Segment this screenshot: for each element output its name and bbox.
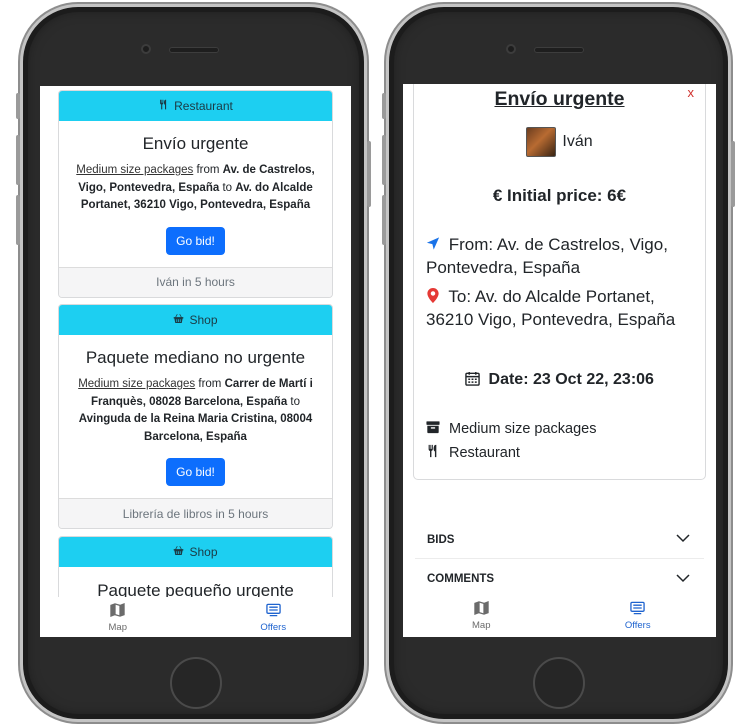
date-text: Date: 23 Oct 22, 23:06 bbox=[488, 371, 654, 388]
front-camera bbox=[141, 44, 151, 54]
tab-map[interactable]: Map bbox=[403, 595, 560, 637]
accordion-label: COMMENTS bbox=[427, 573, 495, 585]
earpiece-speaker bbox=[534, 47, 584, 53]
volume-down-button bbox=[16, 195, 20, 245]
map-icon bbox=[474, 600, 489, 620]
to-location: To: Av. do Alcalde Portanet, 36210 Vigo,… bbox=[426, 285, 701, 331]
offers-icon bbox=[266, 603, 281, 622]
offer-detail-card: x Envío urgente Iván € Initial price: 6€… bbox=[413, 84, 706, 480]
archive-box-icon bbox=[426, 420, 440, 438]
category-text: Restaurant bbox=[449, 445, 520, 461]
package-size-row: Medium size packages bbox=[426, 420, 597, 438]
tab-label: Map bbox=[108, 622, 127, 633]
from-location: From: Av. de Castrelos, Vigo, Pontevedra… bbox=[426, 233, 701, 279]
map-icon bbox=[110, 602, 125, 622]
utensils-icon bbox=[158, 99, 169, 113]
offer-card: Restaurant Envío urgente Medium size pac… bbox=[58, 90, 333, 298]
package-size-text: Medium size packages bbox=[449, 421, 597, 437]
tab-offers[interactable]: Offers bbox=[196, 597, 352, 637]
to-address: Avinguda de la Reina Maria Cristina, 080… bbox=[78, 413, 313, 443]
front-camera bbox=[506, 44, 516, 54]
package-size: Medium size packages bbox=[76, 164, 194, 176]
avatar bbox=[526, 127, 557, 157]
tab-map[interactable]: Map bbox=[40, 597, 196, 637]
from-word: from bbox=[195, 378, 225, 390]
volume-up-button bbox=[16, 135, 20, 185]
chevron-down-icon bbox=[676, 533, 690, 546]
card-footer: Librería de libros in 5 hours bbox=[59, 498, 332, 528]
map-pin-icon bbox=[426, 287, 448, 306]
tab-label: Offers bbox=[260, 622, 287, 633]
user-row: Iván bbox=[414, 127, 705, 157]
volume-up-button bbox=[382, 135, 386, 185]
home-button bbox=[533, 657, 585, 709]
basket-icon bbox=[173, 545, 184, 559]
mute-switch bbox=[382, 93, 386, 119]
card-title: Paquete mediano no urgente bbox=[85, 348, 306, 367]
home-button bbox=[170, 657, 222, 709]
card-footer: Iván in 5 hours bbox=[59, 266, 332, 297]
card-category-label: Restaurant bbox=[174, 99, 233, 113]
utensils-icon bbox=[426, 444, 440, 462]
offers-icon bbox=[630, 601, 645, 620]
volume-down-button bbox=[382, 195, 386, 245]
package-size: Medium size packages bbox=[78, 378, 196, 390]
card-title: Envío urgente bbox=[142, 134, 249, 153]
card-route-text: Medium size packages from Carrer de Mart… bbox=[69, 376, 322, 446]
card-category-label: Shop bbox=[189, 313, 218, 327]
detail-title: Envío urgente bbox=[494, 88, 625, 110]
initial-price: € Initial price: 6€ bbox=[492, 186, 627, 205]
location-arrow-icon bbox=[426, 235, 449, 254]
to-word: to bbox=[287, 395, 301, 408]
accordion-label: BIDS bbox=[427, 533, 455, 546]
go-bid-button[interactable]: Go bid! bbox=[166, 458, 225, 486]
from-word: from bbox=[193, 164, 223, 176]
tab-label: Map bbox=[472, 620, 491, 631]
phone-frame-right: x Envío urgente Iván € Initial price: 6€… bbox=[382, 4, 735, 722]
tab-offers[interactable]: Offers bbox=[560, 595, 717, 637]
chevron-down-icon bbox=[676, 573, 690, 586]
card-category-header: Shop bbox=[59, 537, 332, 567]
card-category-label: Shop bbox=[189, 545, 218, 559]
to-text: To: Av. do Alcalde Portanet, 36210 Vigo,… bbox=[426, 287, 676, 329]
comments-accordion[interactable]: COMMENTS bbox=[415, 560, 704, 598]
calendar-icon bbox=[465, 371, 488, 388]
bottom-tab-bar: Map Offers bbox=[40, 597, 351, 637]
phone-frame-left: Restaurant Envío urgente Medium size pac… bbox=[16, 4, 371, 722]
basket-icon bbox=[173, 313, 184, 327]
offers-list-screen: Restaurant Envío urgente Medium size pac… bbox=[40, 86, 351, 637]
offer-card: Shop Paquete pequeño urgente bbox=[58, 536, 333, 597]
go-bid-button[interactable]: Go bid! bbox=[166, 226, 225, 255]
card-title: Paquete pequeño urgente bbox=[97, 581, 294, 597]
bids-accordion[interactable]: BIDS bbox=[415, 521, 704, 559]
mute-switch bbox=[16, 93, 20, 119]
card-route-text: Medium size packages from Av. de Castrel… bbox=[69, 162, 322, 215]
earpiece-speaker bbox=[169, 47, 219, 53]
user-name: Iván bbox=[562, 133, 593, 150]
to-word: to bbox=[219, 181, 236, 194]
from-text: From: Av. de Castrelos, Vigo, Pontevedra… bbox=[426, 235, 668, 277]
power-button bbox=[367, 141, 371, 207]
card-category-header: Restaurant bbox=[59, 91, 332, 121]
bottom-tab-bar: Map Offers bbox=[403, 595, 716, 637]
card-category-header: Shop bbox=[59, 305, 332, 335]
offer-detail-screen: x Envío urgente Iván € Initial price: 6€… bbox=[403, 84, 716, 637]
offers-list[interactable]: Restaurant Envío urgente Medium size pac… bbox=[40, 86, 351, 597]
offer-date: Date: 23 Oct 22, 23:06 bbox=[414, 371, 705, 389]
category-row: Restaurant bbox=[426, 444, 520, 462]
offer-card: Shop Paquete mediano no urgente Medium s… bbox=[58, 304, 333, 529]
power-button bbox=[731, 141, 735, 207]
tab-label: Offers bbox=[624, 620, 651, 631]
